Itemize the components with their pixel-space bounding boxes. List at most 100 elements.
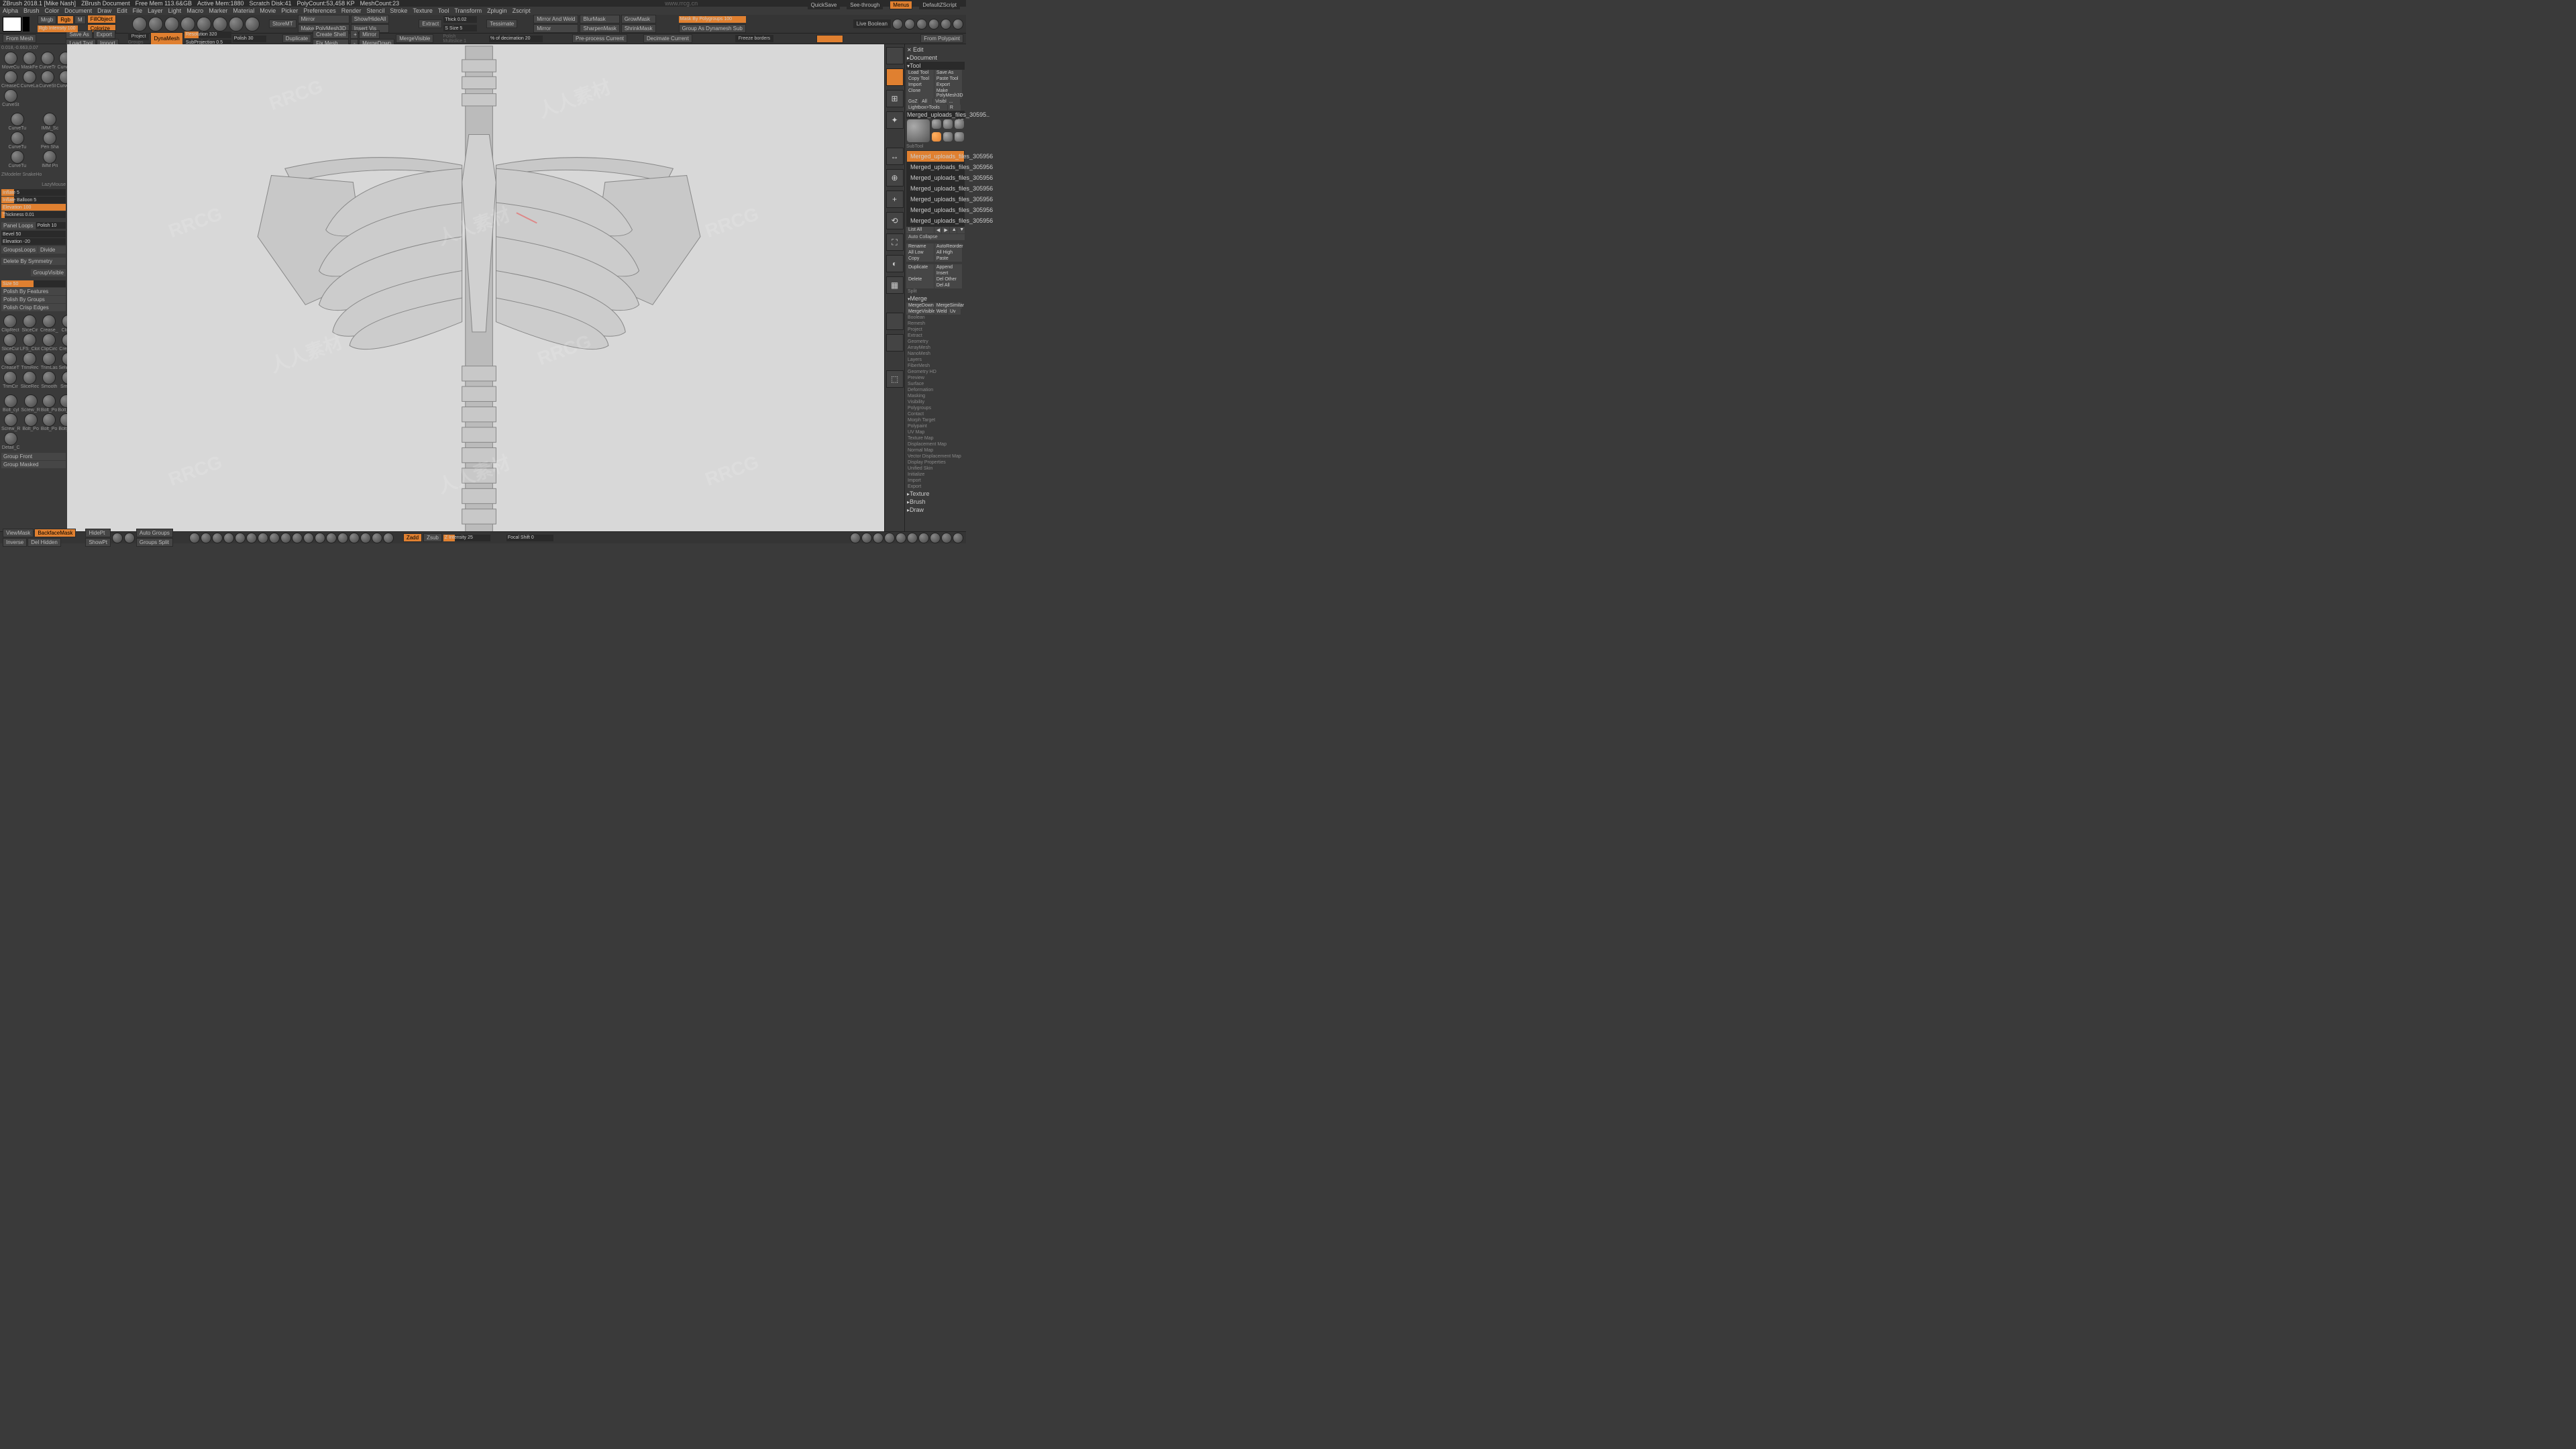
sideicon-1[interactable] bbox=[886, 68, 904, 86]
rollout-initialize[interactable]: Initialize bbox=[906, 472, 965, 478]
menu-macro[interactable]: Macro bbox=[186, 7, 203, 14]
delall-button[interactable]: Del All bbox=[934, 282, 962, 288]
brush-Crease_[interactable]: Crease_ bbox=[40, 315, 58, 333]
bottombrush-CreateC[interactable] bbox=[372, 533, 382, 543]
bottombrush-MApolst[interactable] bbox=[269, 533, 280, 543]
viewmask-button[interactable]: ViewMask bbox=[3, 529, 34, 537]
delhidden-button[interactable]: Del Hidden bbox=[28, 538, 61, 547]
sideicon-3[interactable]: ✦ bbox=[886, 111, 904, 129]
menu-layer[interactable]: Layer bbox=[148, 7, 163, 14]
menu-color[interactable]: Color bbox=[45, 7, 60, 14]
sideicon-7[interactable]: ⟲ bbox=[886, 212, 904, 229]
subtool-item[interactable]: Merged_uploads_files_305956 bbox=[907, 172, 964, 183]
insert-button[interactable]: Insert bbox=[934, 270, 962, 276]
menu-movie[interactable]: Movie bbox=[260, 7, 276, 14]
bottombrush-Move[interactable] bbox=[235, 533, 246, 543]
flash-icon-4[interactable] bbox=[928, 19, 939, 30]
rollout-nanomesh[interactable]: NanoMesh bbox=[906, 351, 965, 357]
rollout-deformation[interactable]: Deformation bbox=[906, 387, 965, 393]
bottombrush-flash_Ex[interactable] bbox=[941, 533, 952, 543]
saveas-button-r[interactable]: Save As bbox=[934, 70, 962, 76]
bottombrush-flash_Ex[interactable] bbox=[907, 533, 918, 543]
rollout-fibermesh[interactable]: FiberMesh bbox=[906, 363, 965, 369]
rollout-visibility[interactable]: Visibility bbox=[906, 399, 965, 405]
growmask-button[interactable]: GrowMask bbox=[621, 15, 656, 23]
alllow-button[interactable]: All Low bbox=[906, 250, 934, 256]
bottombrush-Magnify[interactable] bbox=[349, 533, 360, 543]
tool-Cylinder[interactable] bbox=[932, 119, 941, 129]
duplicate-button[interactable]: Duplicate bbox=[282, 34, 311, 43]
rollout-extract[interactable]: Extract bbox=[906, 333, 965, 339]
rollout-preview[interactable]: Preview bbox=[906, 375, 965, 381]
delete-button[interactable]: Delete bbox=[906, 276, 934, 282]
tool-icon-5[interactable] bbox=[213, 17, 227, 32]
tool-Cylinder[interactable] bbox=[955, 132, 964, 142]
rollout-boolean[interactable]: Boolean bbox=[906, 315, 965, 321]
menu-zscript[interactable]: Zscript bbox=[513, 7, 531, 14]
brush-IMM Pri[interactable]: IMM Pri bbox=[34, 150, 66, 168]
brush-Screw_R[interactable]: Screw_R bbox=[1, 413, 20, 431]
bottombrush-MAHcut[interactable] bbox=[280, 533, 291, 543]
mirror-button[interactable]: Mirror bbox=[298, 15, 350, 23]
append-button[interactable]: Append bbox=[934, 264, 962, 270]
clone-button[interactable]: Clone bbox=[906, 88, 934, 99]
brush-Screw_R[interactable]: Screw_R bbox=[21, 394, 40, 413]
duplicate-button-r[interactable]: Duplicate bbox=[906, 264, 934, 270]
flash-icon-3[interactable] bbox=[916, 19, 927, 30]
menu-draw[interactable]: Draw bbox=[97, 7, 111, 14]
sideicon-5[interactable]: ⊕ bbox=[886, 169, 904, 186]
flash-icon-2[interactable] bbox=[904, 19, 915, 30]
mergesimilar-button[interactable]: MergeSimilar bbox=[934, 303, 962, 309]
active-tool-thumb[interactable] bbox=[907, 119, 930, 142]
frompolypaint-button[interactable]: From Polypaint bbox=[920, 34, 963, 43]
brush-CurveTu[interactable]: CurveTu bbox=[1, 150, 34, 168]
polishcrisp-button[interactable]: Polish Crisp Edges bbox=[1, 304, 66, 311]
dynamesh-button[interactable]: DynaMesh bbox=[150, 32, 182, 46]
menus-button[interactable]: Menus bbox=[890, 1, 912, 9]
move-icon[interactable] bbox=[132, 17, 147, 32]
rgb-button[interactable]: Rgb bbox=[57, 15, 74, 24]
brush-CurveLa[interactable]: CurveLa bbox=[21, 70, 38, 89]
rollout-masking[interactable]: Masking bbox=[906, 393, 965, 399]
rollout-arraymesh[interactable]: ArrayMesh bbox=[906, 345, 965, 351]
bottombrush-Dam_St[interactable] bbox=[212, 533, 223, 543]
listall-button[interactable]: List All bbox=[906, 227, 934, 233]
tool-PolyMes[interactable] bbox=[943, 119, 953, 129]
mergevisible-button[interactable]: MergeVisible bbox=[396, 34, 433, 43]
lazymouse-toggle[interactable]: LazyMouse bbox=[1, 181, 66, 189]
bottombrush-flash_Ex[interactable] bbox=[884, 533, 895, 543]
brush-CreaseT[interactable]: CreaseT bbox=[1, 352, 19, 370]
menu-file[interactable]: File bbox=[133, 7, 143, 14]
brush-MoveCu[interactable]: MoveCu bbox=[1, 52, 20, 70]
extract-button[interactable]: Extract bbox=[419, 19, 442, 28]
tool-icon-2[interactable] bbox=[164, 17, 179, 32]
brush-CurveTu[interactable]: CurveTu bbox=[1, 131, 34, 150]
bottombrush-TrimCr[interactable] bbox=[383, 533, 394, 543]
rollout-contact[interactable]: Contact bbox=[906, 411, 965, 417]
brush-CurveSt[interactable]: CurveSt bbox=[1, 89, 20, 107]
menu-zplugin[interactable]: Zplugin bbox=[487, 7, 507, 14]
merge-rollout[interactable]: ▾Merge bbox=[906, 294, 965, 303]
sideicon-8[interactable]: ⛶ bbox=[886, 233, 904, 251]
rollout-polygroups[interactable]: Polygroups bbox=[906, 405, 965, 411]
menu-picker[interactable]: Picker bbox=[281, 7, 298, 14]
bottombrush-flash_Ex[interactable] bbox=[896, 533, 906, 543]
rollout-display-properties[interactable]: Display Properties bbox=[906, 460, 965, 466]
brush-Smooth[interactable]: Smooth bbox=[40, 371, 58, 389]
bottombrush-Dam_Ni[interactable] bbox=[201, 533, 211, 543]
tool-PM3D_C[interactable] bbox=[955, 119, 964, 129]
bottombrush-flash_Ex[interactable] bbox=[953, 533, 963, 543]
polishgroups-button[interactable]: Polish By Groups bbox=[1, 296, 66, 303]
menu-edit[interactable]: Edit bbox=[117, 7, 127, 14]
brush-Selwy_Ri[interactable]: Selwy_Ri bbox=[59, 352, 68, 370]
sideicon-4[interactable]: ↔ bbox=[886, 148, 904, 165]
rollout-export[interactable]: Export bbox=[906, 484, 965, 490]
createshell-button[interactable]: Create Shell bbox=[313, 30, 349, 39]
brush-CreaseC[interactable]: CreaseC bbox=[59, 333, 68, 352]
bottombrush-hPolish[interactable] bbox=[315, 533, 325, 543]
tool-Merged[interactable] bbox=[932, 132, 941, 142]
bottombrush-Dam_Ni[interactable] bbox=[850, 533, 861, 543]
tool-icon-7[interactable] bbox=[245, 17, 260, 32]
bottombrush-Inflat[interactable] bbox=[337, 533, 348, 543]
zsub-button[interactable]: Zsub bbox=[423, 533, 442, 542]
